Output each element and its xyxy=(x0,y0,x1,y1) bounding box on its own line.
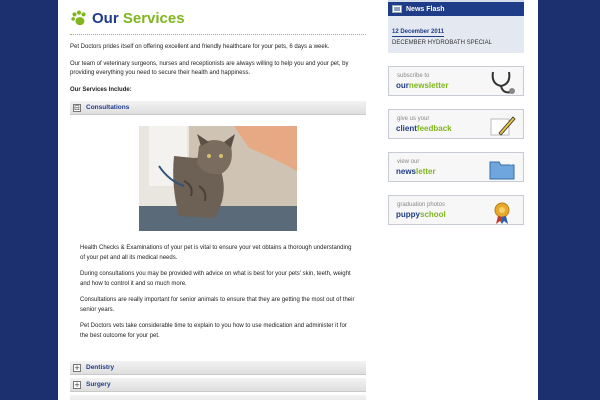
accordion-surgery[interactable]: + Surgery xyxy=(70,378,366,392)
page-frame: Our Services Pet Doctors prides itself o… xyxy=(58,0,538,400)
pen-icon xyxy=(490,116,516,136)
accordion-label[interactable]: Surgery xyxy=(86,381,111,388)
rosette-icon xyxy=(494,202,510,224)
paw-icon xyxy=(71,10,86,26)
stethoscope-icon xyxy=(491,71,515,94)
news-flash-box: 12 December 2011 DECEMBER HYDROBATH SPEC… xyxy=(388,16,524,53)
folder-icon xyxy=(489,159,515,180)
title-divider xyxy=(70,34,366,35)
accordion-label[interactable]: Dentistry xyxy=(86,364,114,371)
promo-view-newsletter[interactable]: view our newsletter xyxy=(388,152,524,182)
page-title-part1: Our xyxy=(92,9,119,27)
promo-big-text: puppyschool xyxy=(396,210,446,219)
news-flash-title: News Flash xyxy=(406,5,445,13)
consultations-paragraph-2: During consultations you may be provided… xyxy=(80,271,351,287)
promo-small-text: subscribe to xyxy=(397,73,430,79)
sidebar: News Flash 12 December 2011 DECEMBER HYD… xyxy=(388,0,524,225)
page-title-part2: Services xyxy=(122,9,185,27)
promo-puppy-school[interactable]: graduation photos puppyschool xyxy=(388,195,524,225)
vet-cat-photo xyxy=(139,126,297,231)
accordion-consultations[interactable]: ⊟ Consultations xyxy=(70,101,366,115)
promo-small-text: graduation photos xyxy=(397,202,446,208)
consultations-paragraph-4: Pet Doctors vets take considerable time … xyxy=(80,323,347,339)
collapse-icon[interactable]: ⊟ xyxy=(73,103,81,112)
accordion-dentistry[interactable]: + Dentistry xyxy=(70,361,366,375)
promo-subscribe-newsletter[interactable]: subscribe to ournewsletter xyxy=(388,66,524,96)
expand-icon[interactable]: + xyxy=(73,363,81,372)
page-title: Our Services xyxy=(92,10,185,27)
title-row: Our Services xyxy=(70,0,366,32)
consultations-paragraph-3: Consultations are really important for s… xyxy=(80,297,355,313)
accordion-next[interactable] xyxy=(70,395,366,400)
promo-small-text: view our xyxy=(397,159,420,165)
expand-icon[interactable]: + xyxy=(73,380,81,389)
consultations-paragraph-1: Health Checks & Examinations of your pet… xyxy=(80,245,352,261)
main-content: Our Services Pet Doctors prides itself o… xyxy=(70,0,366,400)
services-heading: Our Services Include: xyxy=(70,87,132,93)
promo-client-feedback[interactable]: give us your clientfeedback xyxy=(388,109,524,139)
intro-paragraph-1: Pet Doctors prides itself on offering ex… xyxy=(70,44,330,50)
news-flash-header: News Flash xyxy=(388,0,524,16)
consultations-body: Health Checks & Examinations of your pet… xyxy=(70,231,366,341)
news-date-link[interactable]: 12 December 2011 xyxy=(392,29,445,37)
promo-small-text: give us your xyxy=(397,116,430,122)
intro-paragraph-2: Our team of veterinary surgeons, nurses … xyxy=(70,61,349,76)
promo-big-text: ournewsletter xyxy=(396,81,449,90)
news-headline: DECEMBER HYDROBATH SPECIAL xyxy=(392,40,492,46)
news-icon xyxy=(392,5,402,13)
promo-big-text: newsletter xyxy=(396,167,436,176)
accordion-label[interactable]: Consultations xyxy=(86,104,129,111)
promo-big-text: clientfeedback xyxy=(396,124,452,133)
